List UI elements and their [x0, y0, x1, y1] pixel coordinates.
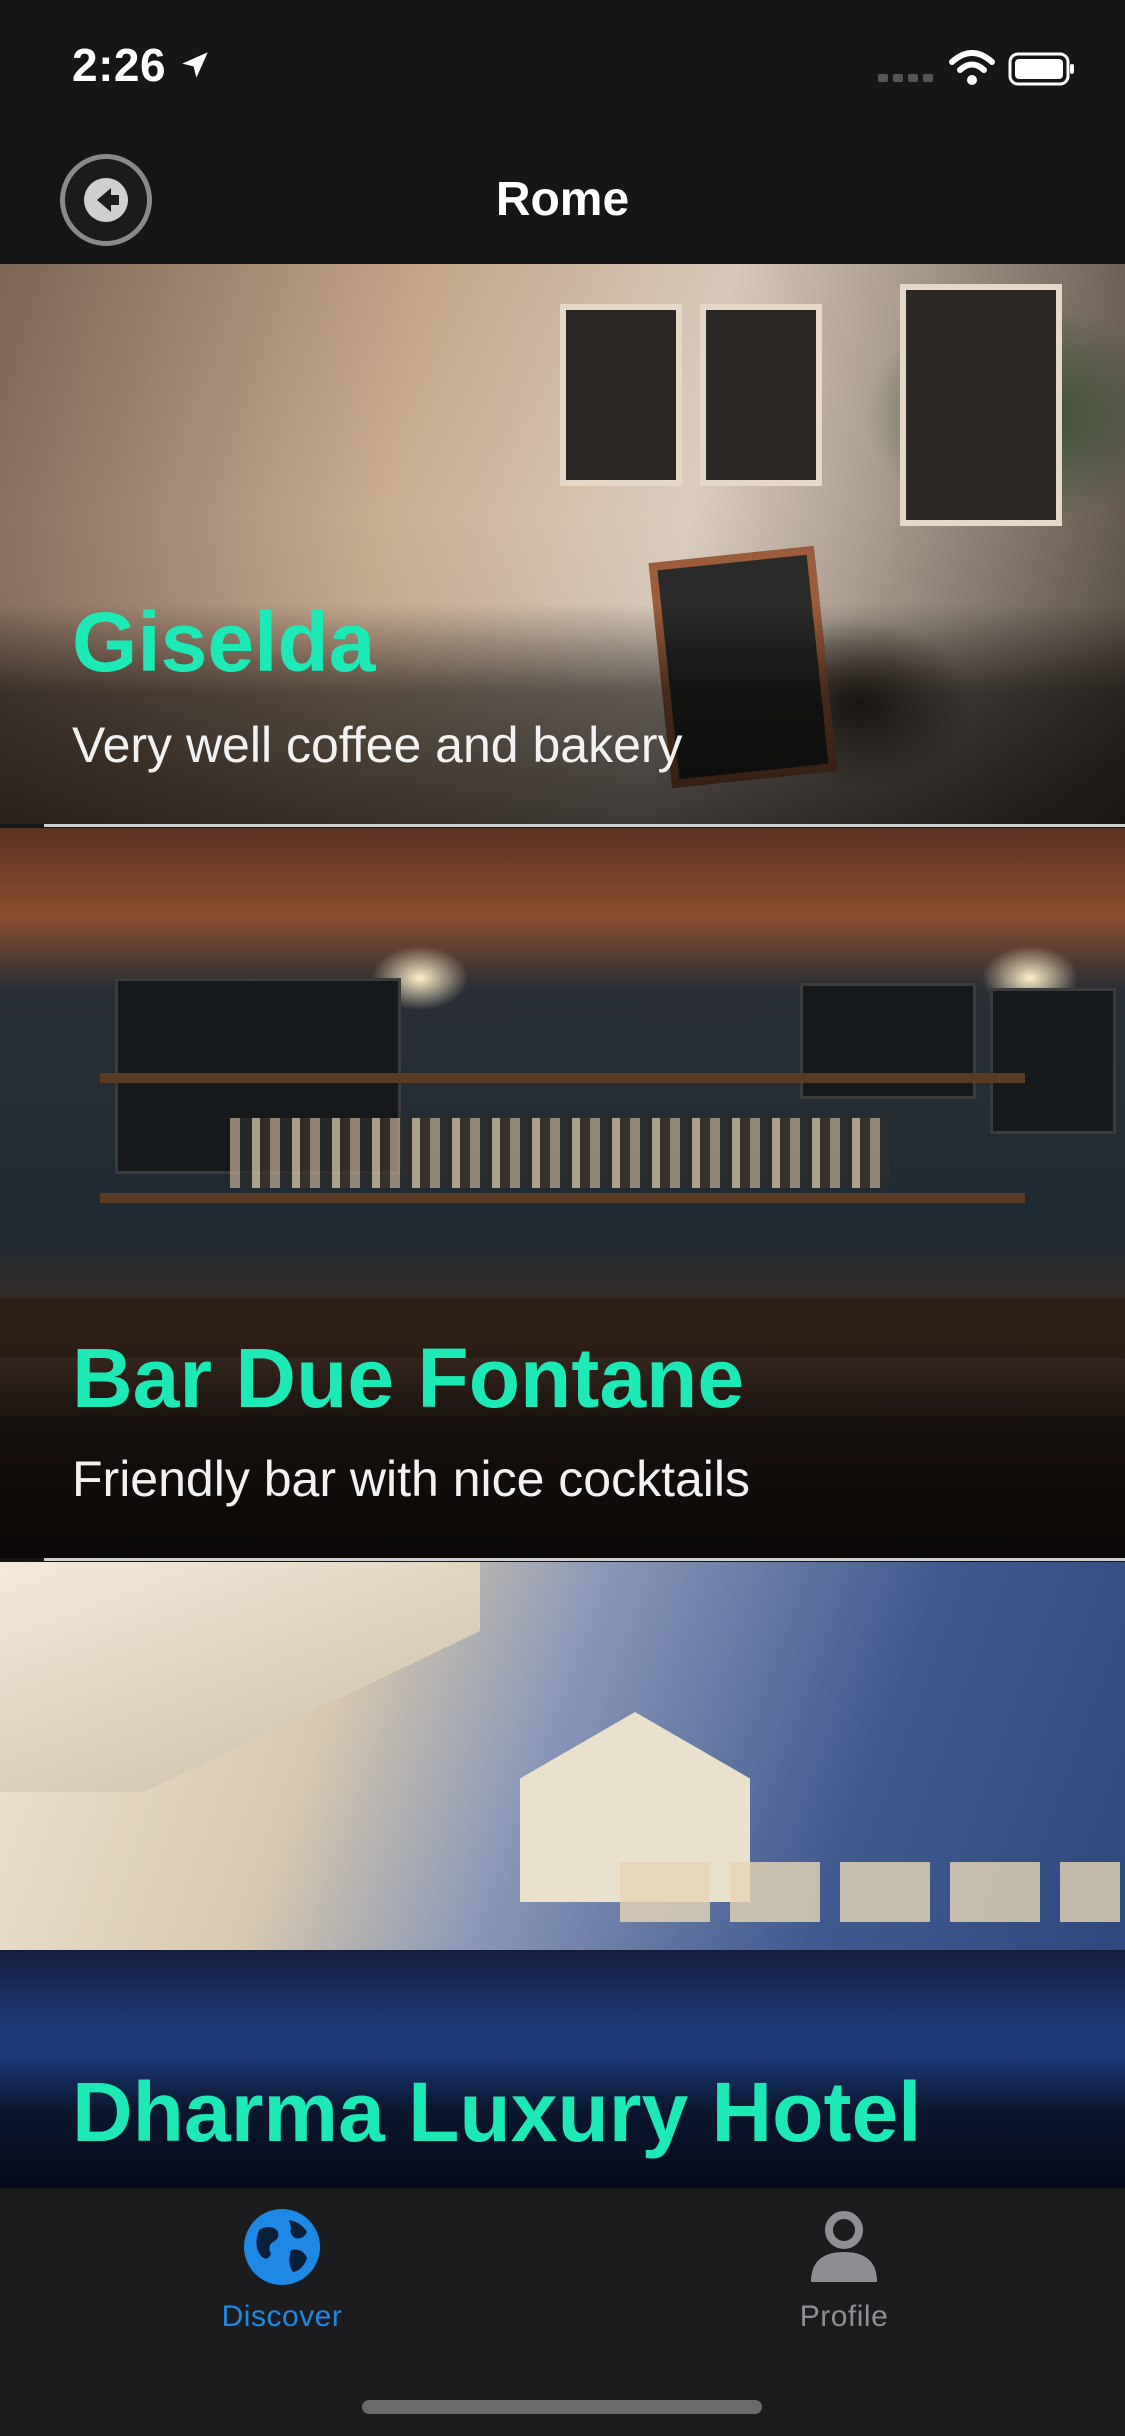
place-card-bar-due-fontane[interactable]: Bar Due Fontane Friendly bar with nice c… [0, 828, 1125, 1558]
photo-detail [900, 284, 1062, 526]
tab-bar: Discover Profile [0, 2188, 1125, 2436]
screen: 2:26 Rome Giselda Very well coffee and b… [0, 0, 1125, 2436]
globe-icon [244, 2209, 320, 2285]
home-indicator [362, 2400, 762, 2414]
place-name: Bar Due Fontane [72, 1331, 745, 1425]
wifi-icon [949, 50, 995, 85]
tab-profile[interactable]: Profile [724, 2206, 964, 2334]
place-description: Friendly bar with nice cocktails [72, 1451, 751, 1507]
place-card-dharma-luxury-hotel[interactable]: Dharma Luxury Hotel [0, 1562, 1125, 2188]
photo-detail [700, 304, 822, 486]
photo-detail [990, 988, 1116, 1134]
photo-detail [0, 1562, 480, 1792]
place-card-giselda[interactable]: Giselda Very well coffee and bakery [0, 264, 1125, 824]
place-name: Giselda [72, 595, 376, 689]
photo-detail [230, 1118, 890, 1188]
status-bar: 2:26 [0, 0, 1125, 132]
person-icon [811, 2211, 877, 2282]
place-name: Dharma Luxury Hotel [72, 2065, 922, 2159]
photo-detail [100, 1073, 1025, 1083]
divider [44, 824, 1125, 827]
location-arrow-icon [182, 52, 208, 78]
tab-label: Profile [799, 2300, 889, 2333]
divider [44, 1558, 1125, 1561]
photo-detail [620, 1862, 1120, 1922]
place-description: Very well coffee and bakery [72, 717, 683, 773]
photo-detail [100, 1193, 1025, 1203]
signal-icon [878, 74, 933, 82]
navigation-bar: Rome [0, 132, 1125, 264]
tab-discover[interactable]: Discover [162, 2206, 402, 2334]
battery-icon [1008, 52, 1074, 86]
page-title: Rome [495, 173, 630, 226]
photo-detail [560, 304, 682, 486]
status-time: 2:26 [72, 39, 167, 91]
tab-label: Discover [221, 2300, 343, 2333]
